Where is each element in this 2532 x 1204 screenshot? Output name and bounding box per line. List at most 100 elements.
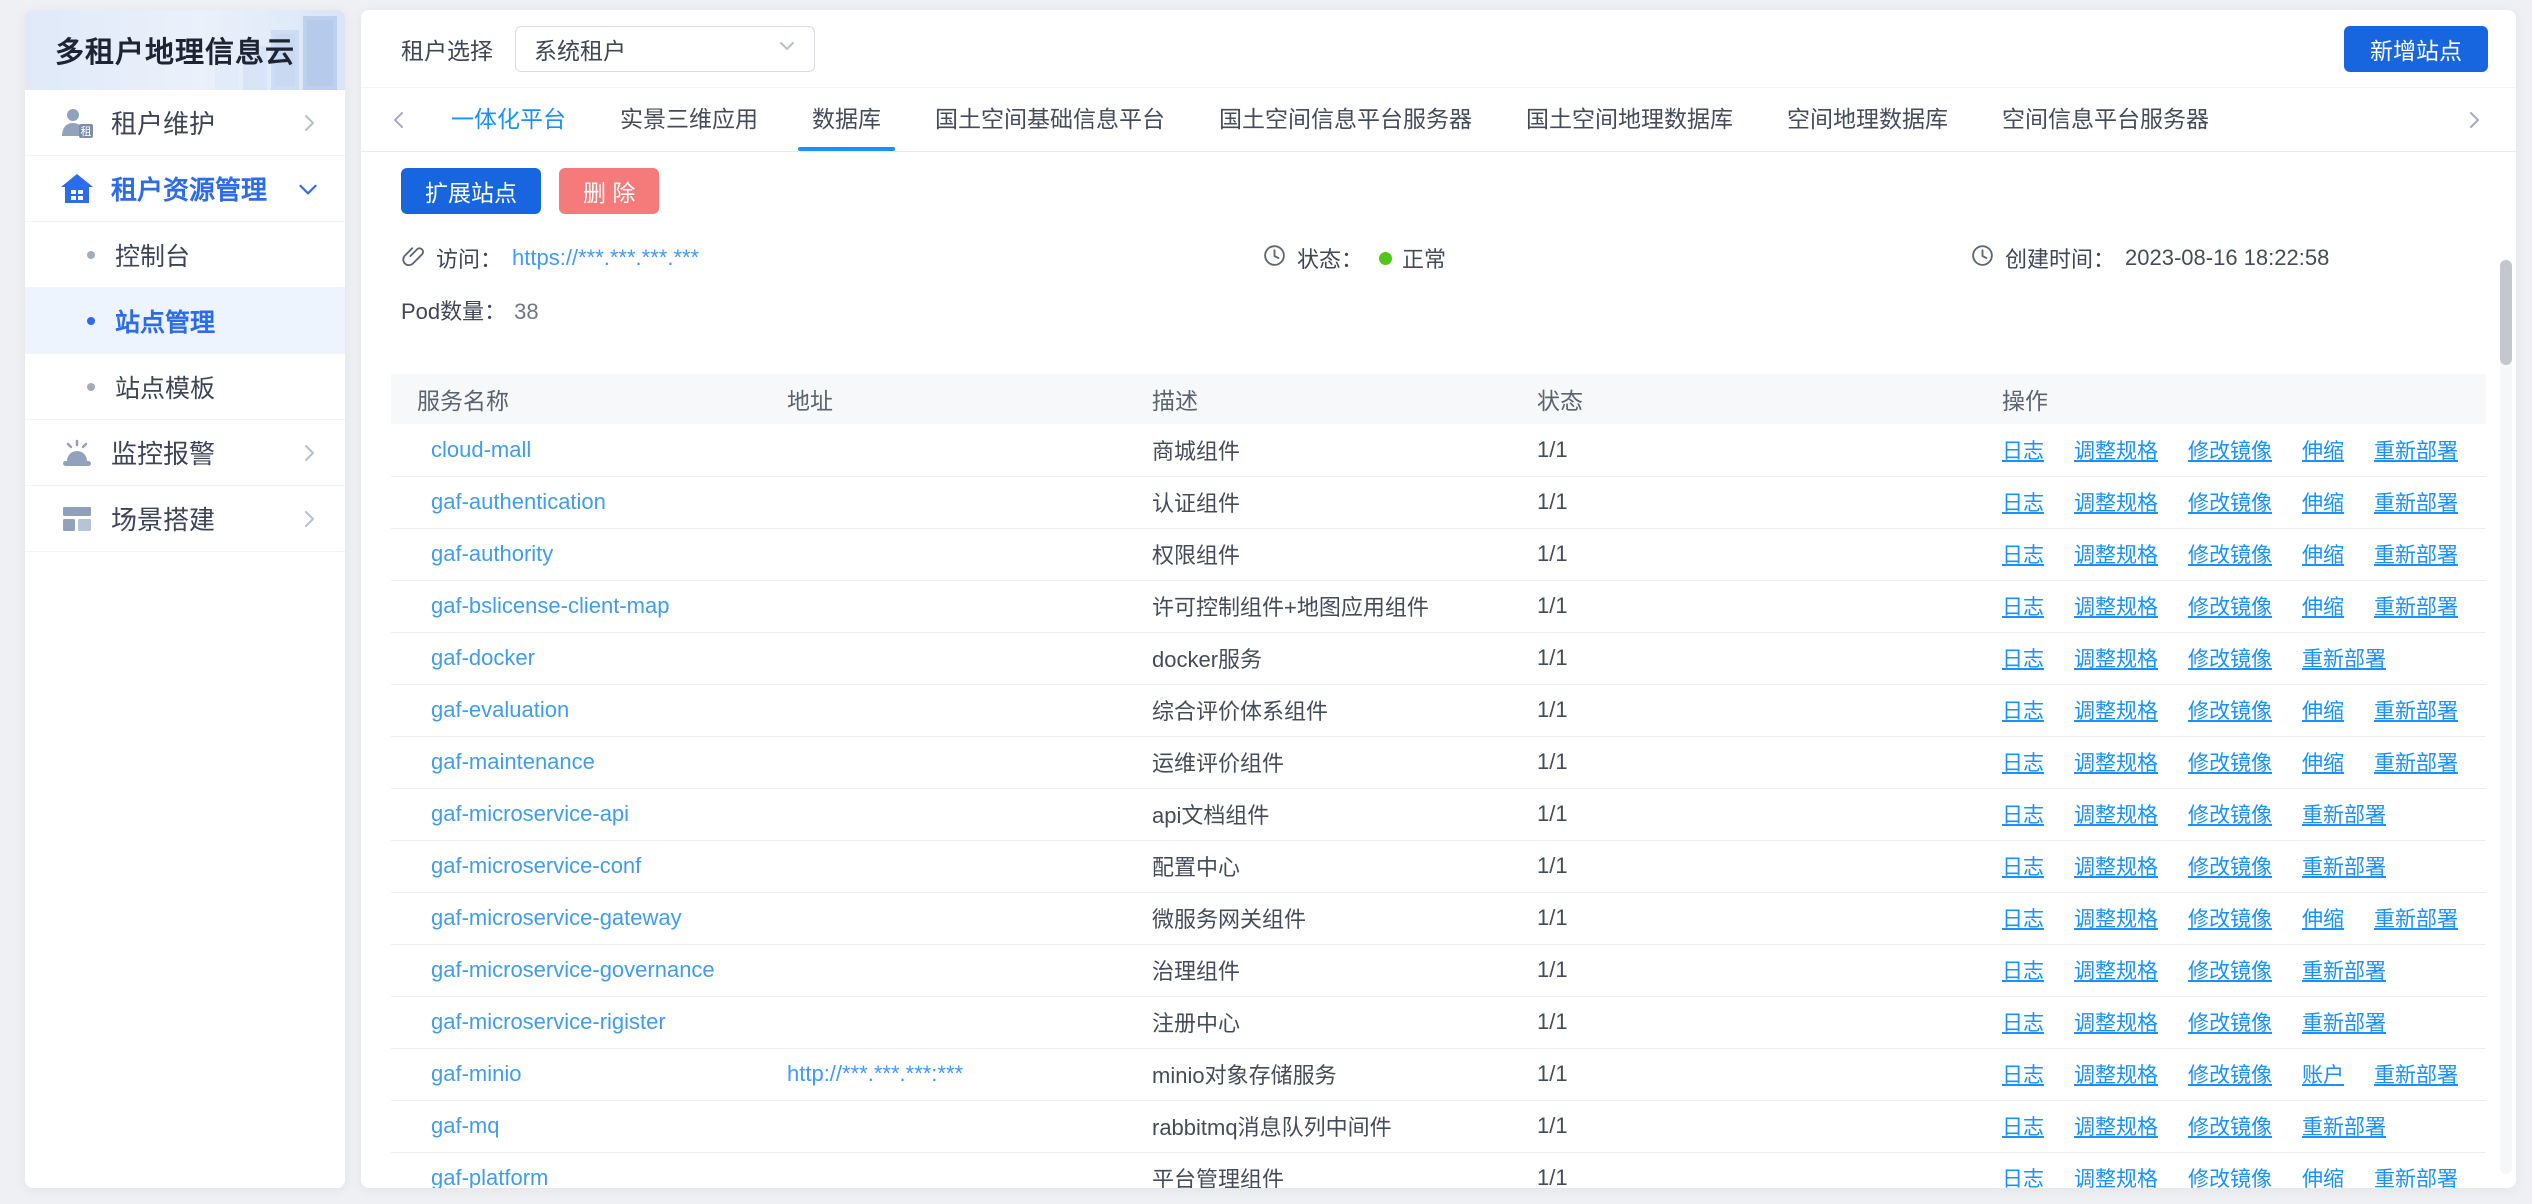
service-name-link[interactable]: gaf-platform	[431, 1165, 548, 1188]
op-log-link[interactable]: 日志	[2002, 492, 2044, 515]
op-log-link[interactable]: 日志	[2002, 544, 2044, 567]
tab-land-space-basic-info-platform[interactable]: 国土空间基础信息平台	[935, 88, 1165, 151]
service-name-link[interactable]: gaf-microservice-rigister	[431, 1009, 666, 1034]
op-image-link[interactable]: 修改镜像	[2188, 648, 2272, 671]
service-name-link[interactable]: gaf-minio	[431, 1061, 521, 1086]
sidebar-item-scene-build[interactable]: 场景搭建	[25, 486, 345, 552]
op-log-link[interactable]: 日志	[2002, 648, 2044, 671]
op-log-link[interactable]: 日志	[2002, 700, 2044, 723]
service-address-link[interactable]: http://***.***.***:***	[787, 1061, 963, 1086]
tabs-next-icon[interactable]	[2462, 108, 2486, 132]
expand-site-button[interactable]: 扩展站点	[401, 168, 541, 214]
op-redeploy-link[interactable]: 重新部署	[2374, 544, 2458, 567]
op-image-link[interactable]: 修改镜像	[2188, 596, 2272, 619]
op-spec-link[interactable]: 调整规格	[2074, 492, 2158, 515]
service-name-link[interactable]: gaf-mq	[431, 1113, 499, 1138]
op-log-link[interactable]: 日志	[2002, 804, 2044, 827]
op-log-link[interactable]: 日志	[2002, 960, 2044, 983]
tab-spatial-info-platform-server[interactable]: 空间信息平台服务器	[2002, 88, 2209, 151]
tab-realistic-3d-application[interactable]: 实景三维应用	[620, 88, 758, 151]
service-name-link[interactable]: gaf-microservice-api	[431, 801, 629, 826]
op-redeploy-link[interactable]: 重新部署	[2302, 960, 2386, 983]
tab-land-space-geo-database[interactable]: 国土空间地理数据库	[1526, 88, 1733, 151]
service-name-link[interactable]: gaf-evaluation	[431, 697, 569, 722]
service-name-link[interactable]: gaf-maintenance	[431, 749, 595, 774]
tenant-select[interactable]: 系统租户	[515, 26, 815, 72]
op-scale-link[interactable]: 伸缩	[2302, 752, 2344, 775]
op-redeploy-link[interactable]: 重新部署	[2374, 752, 2458, 775]
op-log-link[interactable]: 日志	[2002, 1116, 2044, 1139]
op-log-link[interactable]: 日志	[2002, 440, 2044, 463]
op-redeploy-link[interactable]: 重新部署	[2374, 596, 2458, 619]
sidebar-item-site-management[interactable]: 站点管理	[25, 288, 345, 354]
sidebar-item-tenant-resource-management[interactable]: 租户资源管理	[25, 156, 345, 222]
op-spec-link[interactable]: 调整规格	[2074, 1064, 2158, 1087]
op-image-link[interactable]: 修改镜像	[2188, 440, 2272, 463]
op-spec-link[interactable]: 调整规格	[2074, 804, 2158, 827]
op-spec-link[interactable]: 调整规格	[2074, 544, 2158, 567]
sidebar-item-console[interactable]: 控制台	[25, 222, 345, 288]
op-scale-link[interactable]: 伸缩	[2302, 1168, 2344, 1188]
sidebar-item-tenant-maintenance[interactable]: 租租户维护	[25, 90, 345, 156]
op-image-link[interactable]: 修改镜像	[2188, 1064, 2272, 1087]
op-spec-link[interactable]: 调整规格	[2074, 752, 2158, 775]
sidebar-item-monitor-alarm[interactable]: 监控报警	[25, 420, 345, 486]
op-spec-link[interactable]: 调整规格	[2074, 1012, 2158, 1035]
op-log-link[interactable]: 日志	[2002, 856, 2044, 879]
op-scale-link[interactable]: 伸缩	[2302, 700, 2344, 723]
op-scale-link[interactable]: 伸缩	[2302, 492, 2344, 515]
op-account-link[interactable]: 账户	[2302, 1064, 2344, 1087]
service-name-link[interactable]: gaf-authority	[431, 541, 553, 566]
op-spec-link[interactable]: 调整规格	[2074, 596, 2158, 619]
service-name-link[interactable]: gaf-bslicense-client-map	[431, 593, 669, 618]
access-url-link[interactable]: https://***.***.***.***	[512, 245, 699, 271]
op-spec-link[interactable]: 调整规格	[2074, 856, 2158, 879]
op-redeploy-link[interactable]: 重新部署	[2374, 700, 2458, 723]
op-log-link[interactable]: 日志	[2002, 1168, 2044, 1188]
service-name-link[interactable]: cloud-mall	[431, 437, 531, 462]
op-image-link[interactable]: 修改镜像	[2188, 1116, 2272, 1139]
op-redeploy-link[interactable]: 重新部署	[2302, 648, 2386, 671]
tab-land-space-info-platform-server[interactable]: 国土空间信息平台服务器	[1219, 88, 1472, 151]
op-redeploy-link[interactable]: 重新部署	[2302, 856, 2386, 879]
op-image-link[interactable]: 修改镜像	[2188, 492, 2272, 515]
op-scale-link[interactable]: 伸缩	[2302, 440, 2344, 463]
op-log-link[interactable]: 日志	[2002, 1012, 2044, 1035]
add-site-button[interactable]: 新增站点	[2344, 26, 2488, 72]
service-name-link[interactable]: gaf-microservice-governance	[431, 957, 715, 982]
op-image-link[interactable]: 修改镜像	[2188, 700, 2272, 723]
op-scale-link[interactable]: 伸缩	[2302, 596, 2344, 619]
op-spec-link[interactable]: 调整规格	[2074, 1168, 2158, 1188]
op-log-link[interactable]: 日志	[2002, 1064, 2044, 1087]
op-spec-link[interactable]: 调整规格	[2074, 1116, 2158, 1139]
sidebar-item-site-template[interactable]: 站点模板	[25, 354, 345, 420]
op-image-link[interactable]: 修改镜像	[2188, 856, 2272, 879]
op-image-link[interactable]: 修改镜像	[2188, 1012, 2272, 1035]
op-image-link[interactable]: 修改镜像	[2188, 544, 2272, 567]
op-redeploy-link[interactable]: 重新部署	[2374, 492, 2458, 515]
op-redeploy-link[interactable]: 重新部署	[2302, 1012, 2386, 1035]
op-spec-link[interactable]: 调整规格	[2074, 700, 2158, 723]
op-redeploy-link[interactable]: 重新部署	[2302, 1116, 2386, 1139]
op-image-link[interactable]: 修改镜像	[2188, 960, 2272, 983]
service-name-link[interactable]: gaf-docker	[431, 645, 535, 670]
op-image-link[interactable]: 修改镜像	[2188, 804, 2272, 827]
op-redeploy-link[interactable]: 重新部署	[2302, 804, 2386, 827]
service-name-link[interactable]: gaf-authentication	[431, 489, 606, 514]
op-redeploy-link[interactable]: 重新部署	[2374, 440, 2458, 463]
op-log-link[interactable]: 日志	[2002, 596, 2044, 619]
op-image-link[interactable]: 修改镜像	[2188, 1168, 2272, 1188]
tabs-prev-icon[interactable]	[387, 108, 411, 132]
service-name-link[interactable]: gaf-microservice-gateway	[431, 905, 682, 930]
tab-database[interactable]: 数据库	[812, 88, 881, 151]
op-spec-link[interactable]: 调整规格	[2074, 648, 2158, 671]
op-image-link[interactable]: 修改镜像	[2188, 908, 2272, 931]
op-spec-link[interactable]: 调整规格	[2074, 440, 2158, 463]
op-redeploy-link[interactable]: 重新部署	[2374, 908, 2458, 931]
op-redeploy-link[interactable]: 重新部署	[2374, 1064, 2458, 1087]
op-image-link[interactable]: 修改镜像	[2188, 752, 2272, 775]
op-log-link[interactable]: 日志	[2002, 908, 2044, 931]
op-redeploy-link[interactable]: 重新部署	[2374, 1168, 2458, 1188]
tab-spatial-geo-database[interactable]: 空间地理数据库	[1787, 88, 1948, 151]
op-log-link[interactable]: 日志	[2002, 752, 2044, 775]
